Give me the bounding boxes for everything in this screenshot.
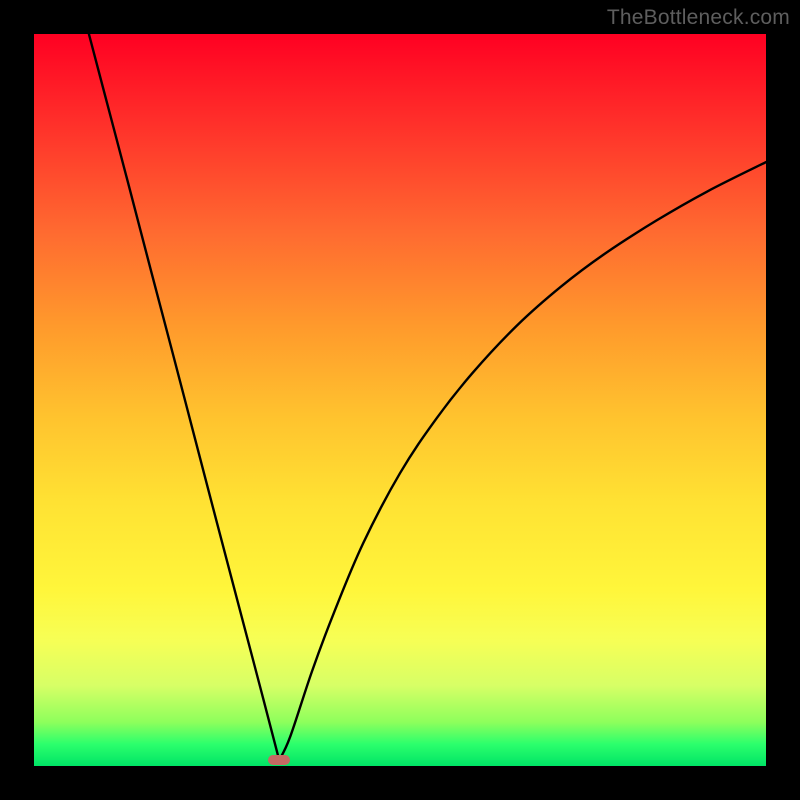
watermark-text: TheBottleneck.com (607, 6, 790, 30)
plot-gradient-background (34, 34, 766, 766)
chart-stage: TheBottleneck.com (0, 0, 800, 800)
plot-frame (34, 34, 766, 766)
